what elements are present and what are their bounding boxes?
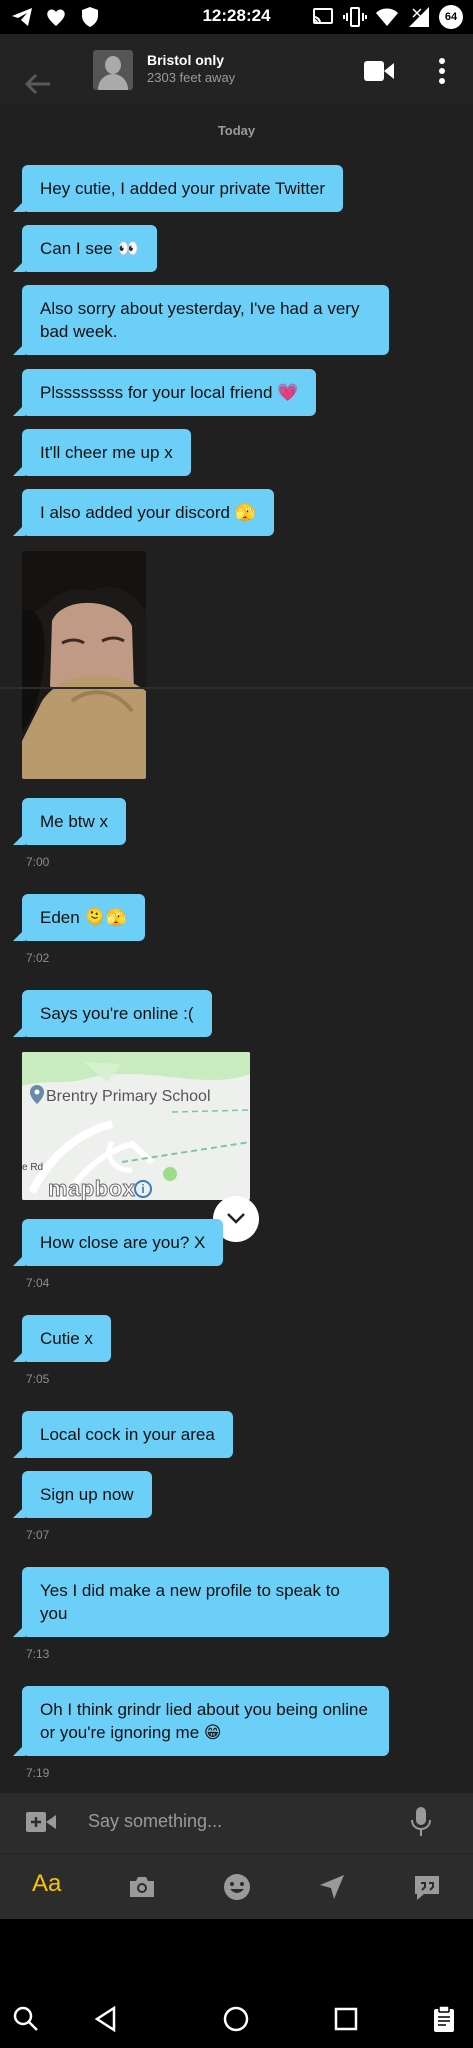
back-arrow-icon[interactable] xyxy=(22,68,54,100)
photo-message[interactable] xyxy=(22,551,146,779)
message-list[interactable]: Today Hey cutie, I added your private Tw… xyxy=(0,105,473,1793)
message-time: 7:02 xyxy=(26,951,50,965)
emoji-icon[interactable] xyxy=(222,1872,252,1902)
message-bubble[interactable]: I also added your discord 🫣 xyxy=(13,489,274,536)
clipboard-icon[interactable] xyxy=(430,2005,458,2033)
camera-icon[interactable] xyxy=(127,1872,157,1902)
chevron-down-icon xyxy=(227,1213,245,1224)
message-bubble[interactable]: Me btw x xyxy=(12,798,127,845)
location-map[interactable]: Brentry Primary School e Rd mapbox i xyxy=(22,1052,250,1200)
battery-icon: 64 xyxy=(439,5,463,29)
vibrate-icon xyxy=(343,7,367,27)
map-info-icon[interactable]: i xyxy=(134,1180,152,1198)
compose-bar: Say something... xyxy=(0,1793,473,1853)
message-bubble[interactable]: Local cock in your area xyxy=(13,1411,233,1458)
message-time: 7:13 xyxy=(26,1647,50,1661)
add-video-icon[interactable] xyxy=(26,1810,56,1834)
message-time: 7:07 xyxy=(26,1528,50,1542)
avatar[interactable] xyxy=(93,50,133,90)
map-road-label: e Rd xyxy=(22,1162,44,1173)
cast-icon xyxy=(313,8,333,24)
message-bubble[interactable]: Also sorry about yesterday, I've had a v… xyxy=(13,285,389,355)
wifi-icon xyxy=(376,8,398,26)
message-bubble[interactable]: Plssssssss for your local friend 💗 xyxy=(12,369,317,416)
message-bubble[interactable]: It'll cheer me up x xyxy=(13,429,191,476)
location-icon[interactable] xyxy=(317,1872,347,1902)
text-style-button[interactable]: Aa xyxy=(32,1870,61,1900)
nav-recents-icon[interactable] xyxy=(332,2005,360,2033)
message-bubble[interactable]: How close are you? X xyxy=(12,1219,224,1266)
profile-distance: 2303 feet away xyxy=(147,70,236,85)
message-bubble[interactable]: Sign up now xyxy=(13,1471,152,1518)
search-icon[interactable] xyxy=(12,2005,40,2033)
keyboard-spacer xyxy=(0,1919,473,1989)
quick-reply-icon[interactable] xyxy=(412,1872,442,1902)
mapbox-logo: mapbox xyxy=(47,1176,136,1201)
video-call-icon[interactable] xyxy=(364,58,394,84)
profile-name[interactable]: Bristol only xyxy=(147,52,224,68)
message-bubble[interactable]: Says you're online :( xyxy=(13,990,212,1037)
message-bubble[interactable]: Oh I think grindr lied about you being o… xyxy=(13,1686,389,1756)
message-bubble[interactable]: Hey cutie, I added your private Twitter xyxy=(12,165,344,212)
message-time: 7:04 xyxy=(26,1276,50,1290)
message-time: 7:00 xyxy=(26,855,50,869)
message-bubble[interactable]: Eden 🫠🫣 xyxy=(13,894,145,941)
map-place-label: Brentry Primary School xyxy=(46,1088,211,1105)
message-time: 7:19 xyxy=(26,1766,50,1780)
signal-icon xyxy=(409,7,429,27)
message-time: 7:05 xyxy=(26,1372,50,1386)
mic-icon[interactable] xyxy=(410,1807,432,1837)
nav-back-icon[interactable] xyxy=(92,2005,120,2033)
battery-level: 64 xyxy=(444,11,458,23)
message-bubble[interactable]: Cutie x xyxy=(13,1315,111,1362)
compose-toolbar: Aa xyxy=(0,1853,473,1919)
message-bubble[interactable]: Yes I did make a new profile to speak to… xyxy=(13,1567,389,1637)
nav-home-icon[interactable] xyxy=(222,2005,250,2033)
status-bar: 12:28:24 64 xyxy=(0,0,473,34)
date-separator: Today xyxy=(217,123,256,138)
message-bubble[interactable]: Can I see 👀 xyxy=(13,225,157,272)
system-nav-bar xyxy=(0,1989,473,2048)
more-icon[interactable] xyxy=(432,56,452,86)
divider xyxy=(0,687,473,689)
message-input[interactable]: Say something... xyxy=(88,1811,222,1832)
